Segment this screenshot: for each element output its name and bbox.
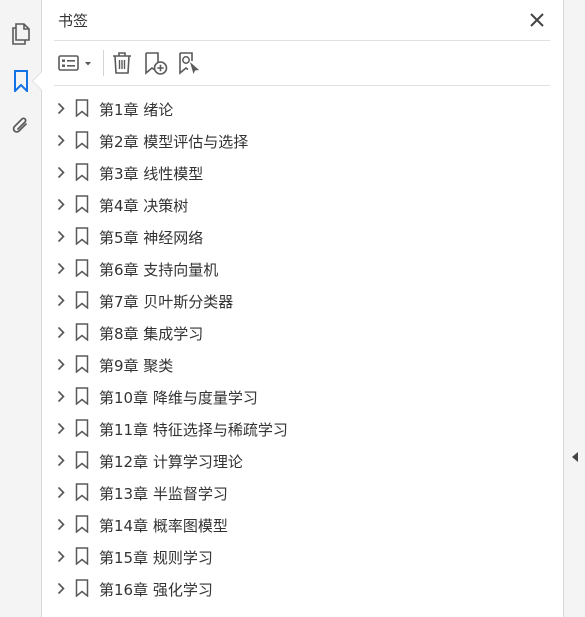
- bookmark-item[interactable]: 第10章 降维与度量学习: [42, 380, 563, 412]
- delete-icon: [113, 52, 131, 74]
- bookmark-item[interactable]: 第13章 半监督学习: [42, 476, 563, 508]
- bookmark-icon: [14, 70, 28, 92]
- panel-header: 书签: [42, 0, 563, 40]
- pages-button[interactable]: [6, 19, 36, 49]
- bookmark-label: 第8章 集成学习: [99, 325, 204, 343]
- expand-chevron-icon[interactable]: [55, 325, 67, 339]
- bookmarks-panel: 书签 第1章 绪论 第2章 模型评估与选择 第3章 线性模型 第4章 决策树 第…: [42, 0, 563, 617]
- bookmark-label: 第13章 半监督学习: [99, 485, 228, 503]
- expand-chevron-icon[interactable]: [55, 517, 67, 531]
- expand-chevron-icon[interactable]: [55, 453, 67, 467]
- bookmark-label: 第7章 贝叶斯分类器: [99, 293, 234, 311]
- expand-chevron-icon[interactable]: [55, 165, 67, 179]
- navigation-rail: [0, 0, 42, 617]
- bookmark-item[interactable]: 第6章 支持向量机: [42, 252, 563, 284]
- expand-chevron-icon[interactable]: [55, 357, 67, 371]
- bookmark-label: 第10章 降维与度量学习: [99, 389, 258, 407]
- header-divider: [54, 40, 550, 41]
- bookmark-from-selection-button[interactable]: [176, 48, 204, 78]
- bookmark-label: 第16章 强化学习: [99, 581, 213, 599]
- bookmark-icon: [75, 195, 89, 214]
- toolbar-separator: [103, 50, 104, 76]
- bookmark-icon: [75, 387, 89, 406]
- bookmarks-toolbar: [42, 44, 563, 84]
- expand-chevron-icon[interactable]: [55, 421, 67, 435]
- close-icon: [530, 13, 544, 27]
- bookmark-icon: [75, 419, 89, 438]
- bookmark-item[interactable]: 第7章 贝叶斯分类器: [42, 284, 563, 316]
- bookmark-icon: [75, 547, 89, 566]
- bookmark-item[interactable]: 第8章 集成学习: [42, 316, 563, 348]
- expand-chevron-icon[interactable]: [55, 133, 67, 147]
- bookmark-icon: [75, 483, 89, 502]
- bookmark-item[interactable]: 第4章 决策树: [42, 188, 563, 220]
- bookmark-icon: [75, 515, 89, 534]
- bookmark-icon: [75, 579, 89, 598]
- bookmark-label: 第15章 规则学习: [99, 549, 213, 567]
- expand-chevron-icon[interactable]: [55, 261, 67, 275]
- bookmark-icon: [75, 451, 89, 470]
- bookmark-label: 第1章 绪论: [99, 101, 174, 119]
- bookmark-item[interactable]: 第14章 概率图模型: [42, 508, 563, 540]
- pages-icon: [12, 23, 30, 45]
- delete-bookmark-button[interactable]: [108, 48, 136, 78]
- bookmark-icon: [75, 163, 89, 182]
- bookmark-list: 第1章 绪论第2章 模型评估与选择 第3章 线性模型 第4章 决策树 第5章 神经网络…: [42, 92, 563, 604]
- bookmark-item[interactable]: 第11章 特征选择与稀疏学习: [42, 412, 563, 444]
- bookmark-item[interactable]: 第1章 绪论: [42, 92, 563, 124]
- bookmark-label: 第2章 模型评估与选择: [99, 133, 249, 151]
- expand-chevron-icon[interactable]: [55, 229, 67, 243]
- bookmark-icon: [75, 227, 89, 246]
- triangle-left-icon: [572, 452, 578, 462]
- bookmark-from-selection-icon: [179, 52, 199, 75]
- panel-gutter: [563, 0, 585, 617]
- bookmark-label: 第14章 概率图模型: [99, 517, 228, 535]
- expand-chevron-icon[interactable]: [55, 101, 67, 115]
- bookmark-icon: [75, 291, 89, 310]
- bookmark-label: 第11章 特征选择与稀疏学习: [99, 421, 288, 439]
- options-menu-icon: [58, 55, 91, 71]
- bookmark-label: 第3章 线性模型: [99, 165, 204, 183]
- attachments-button[interactable]: [6, 111, 36, 141]
- new-bookmark-button[interactable]: [142, 48, 170, 78]
- expand-chevron-icon[interactable]: [55, 485, 67, 499]
- bookmark-item[interactable]: 第15章 规则学习: [42, 540, 563, 572]
- expand-chevron-icon[interactable]: [55, 581, 67, 595]
- bookmark-item[interactable]: 第12章 计算学习理论: [42, 444, 563, 476]
- bookmark-label: 第4章 决策树: [99, 197, 189, 215]
- bookmark-label: 第12章 计算学习理论: [99, 453, 243, 471]
- expand-chevron-icon[interactable]: [55, 197, 67, 211]
- panel-title: 书签: [58, 12, 89, 30]
- expand-chevron-icon[interactable]: [55, 389, 67, 403]
- bookmark-item[interactable]: 第16章 强化学习: [42, 572, 563, 604]
- bookmark-item[interactable]: 第3章 线性模型: [42, 156, 563, 188]
- bookmark-icon: [75, 323, 89, 342]
- bookmark-item[interactable]: 第5章 神经网络: [42, 220, 563, 252]
- bookmark-icon: [75, 259, 89, 278]
- bookmark-icon: [75, 99, 89, 118]
- bookmark-icon: [75, 131, 89, 150]
- bookmark-item[interactable]: 第2章 模型评估与选择: [42, 124, 563, 156]
- active-tab-pointer: [33, 72, 42, 90]
- attachment-icon: [12, 117, 27, 133]
- bookmark-label: 第5章 神经网络: [99, 229, 204, 247]
- collapse-panel-button[interactable]: [568, 449, 582, 465]
- expand-chevron-icon[interactable]: [55, 549, 67, 563]
- close-panel-button[interactable]: [526, 9, 548, 31]
- bookmark-label: 第9章 聚类: [99, 357, 174, 375]
- toolbar-divider: [54, 85, 550, 86]
- bookmark-label: 第6章 支持向量机: [99, 261, 219, 279]
- expand-chevron-icon[interactable]: [55, 293, 67, 307]
- bookmark-icon: [75, 355, 89, 374]
- bookmark-item[interactable]: 第9章 聚类: [42, 348, 563, 380]
- new-bookmark-icon: [145, 52, 168, 75]
- options-menu-button[interactable]: [56, 48, 96, 78]
